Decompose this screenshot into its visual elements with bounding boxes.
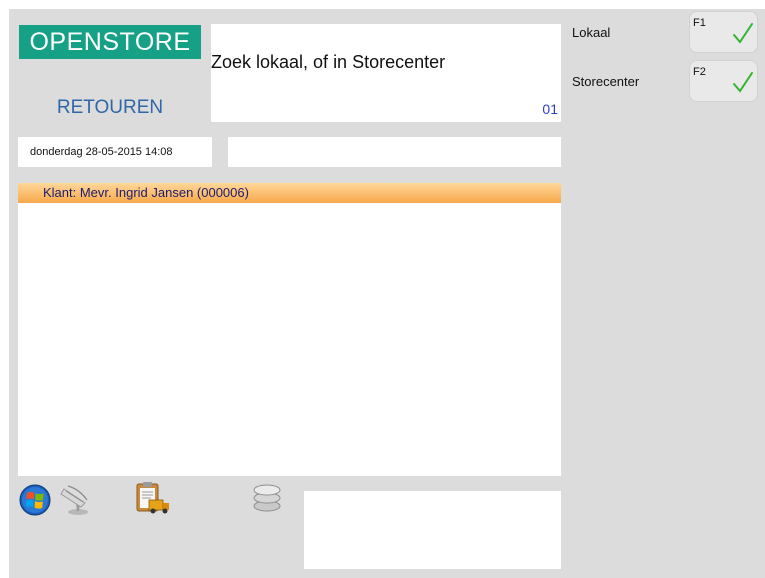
info-box: [304, 491, 561, 569]
app-window: OPENSTORE RETOUREN Zoek lokaal, of in St…: [9, 9, 765, 578]
search-prompt: Zoek lokaal, of in Storecenter: [211, 52, 446, 72]
clipboard-truck-icon[interactable]: [134, 481, 172, 522]
datetime-display: donderdag 28-05-2015 14:08: [18, 137, 212, 167]
clipboard-truck-icon-graphic: [136, 482, 169, 514]
f2-key-label: F2: [693, 66, 706, 78]
secondary-input[interactable]: [228, 137, 561, 167]
lokaal-toggle-button[interactable]: F1: [690, 12, 757, 52]
search-counter: 01: [542, 101, 558, 117]
network-icon-graphic: [60, 485, 88, 515]
storecenter-label: Storecenter: [572, 74, 640, 89]
f1-key-label: F1: [693, 17, 706, 29]
openstore-logo: OPENSTORE: [19, 25, 201, 59]
customer-panel: Klant: Mevr. Ingrid Jansen (000006): [18, 183, 561, 476]
windows-icon-graphic: [19, 484, 51, 516]
database-icon-graphic: [253, 484, 281, 512]
mode-title: RETOUREN: [56, 97, 164, 118]
network-icon[interactable]: [57, 481, 93, 522]
windows-icon[interactable]: [19, 484, 51, 521]
check-icon: [733, 23, 753, 44]
lokaal-label: Lokaal: [572, 25, 611, 40]
check-icon: [733, 72, 753, 93]
search-panel[interactable]: Zoek lokaal, of in Storecenter 01: [211, 24, 561, 122]
customer-header[interactable]: Klant: Mevr. Ingrid Jansen (000006): [18, 183, 561, 203]
database-icon[interactable]: [250, 481, 284, 520]
storecenter-toggle-button[interactable]: F2: [690, 61, 757, 101]
